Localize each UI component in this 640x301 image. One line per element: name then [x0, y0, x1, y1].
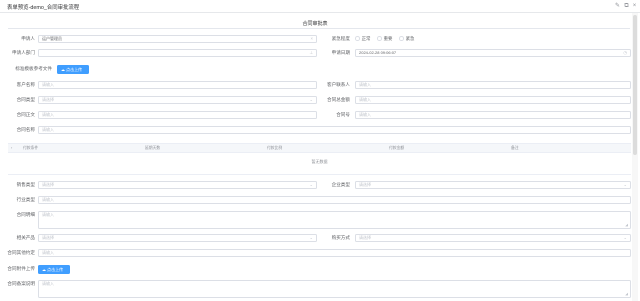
- placeholder: 请选择: [359, 181, 371, 187]
- placeholder: 请选择: [42, 181, 54, 187]
- contract-type-label: 合同类型: [16, 97, 35, 102]
- date-input[interactable]: 2024-02-28 09:06:07 ◷: [355, 48, 631, 57]
- purchase-select[interactable]: 请选择 ⌄: [355, 233, 631, 242]
- template-upload-button[interactable]: ☁ 点击上传: [57, 64, 89, 74]
- column-header: 付款条件: [23, 146, 39, 150]
- date-label: 申请日期: [331, 50, 350, 55]
- dept-picker-icon[interactable]: ⊥: [309, 50, 313, 57]
- date-value: 2024-02-28 09:06:07: [359, 49, 397, 55]
- purchase-label: 购买方式: [331, 235, 350, 240]
- contract-desc-textarea[interactable]: 请输入 ◢: [38, 210, 631, 229]
- contract-amount-input[interactable]: 请输入: [355, 95, 631, 104]
- company-type-label: 企业类型: [331, 182, 350, 187]
- column-header: 付款比例: [267, 146, 283, 150]
- customer-name-input[interactable]: 请输入: [38, 80, 317, 89]
- dept-input[interactable]: ⊥: [38, 48, 317, 57]
- placeholder: 请输入: [359, 81, 371, 87]
- radio-circle-icon: [377, 36, 382, 41]
- customer-contact-label: 客户联系人: [327, 82, 350, 87]
- column-header: 备注: [511, 146, 519, 150]
- section-title: 合同审批表: [302, 21, 328, 27]
- applicant-label: 申请人: [21, 36, 35, 41]
- chevron-down-icon: ⌄: [309, 234, 313, 240]
- placeholder: 请选择: [42, 96, 54, 102]
- radio-label: 紧急: [405, 36, 415, 41]
- notes-textarea[interactable]: 请输入 ◢: [38, 279, 631, 298]
- contract-amount-label: 合同总金额: [327, 97, 350, 102]
- placeholder: 请输入: [42, 249, 54, 255]
- urgency-radio-normal[interactable]: 正常: [355, 35, 370, 43]
- section-divider: [8, 28, 630, 29]
- radio-label: 重要: [383, 36, 393, 41]
- column-header: 付款金额: [389, 146, 405, 150]
- dept-label: 申请人部门: [12, 50, 35, 55]
- placeholder: 请输入: [359, 96, 371, 102]
- vertical-scrollbar[interactable]: [632, 13, 638, 301]
- urgency-radio-urgent[interactable]: 紧急: [399, 35, 414, 43]
- applicant-value: 运户管理员: [42, 35, 62, 41]
- chevron-down-icon: ⌄: [623, 234, 627, 240]
- close-icon[interactable]: ×: [631, 2, 638, 10]
- sales-type-select[interactable]: 请选择 ⌄: [38, 180, 317, 189]
- edit-icon[interactable]: ✎: [614, 2, 621, 10]
- attachment-upload-button[interactable]: ☁ 点击上传: [38, 264, 70, 274]
- close-icon[interactable]: ×: [311, 36, 313, 43]
- applicant-input[interactable]: 运户管理员 ×: [38, 34, 317, 43]
- template-label: 标准模板参考文件: [15, 66, 52, 71]
- contract-name-label: 合同名称: [16, 127, 35, 132]
- scrollbar-thumb[interactable]: [633, 15, 637, 155]
- urgency-label: 紧急程度: [331, 36, 350, 41]
- customer-name-label: 客户名称: [16, 82, 35, 87]
- contract-type-select[interactable]: 请选择 ⌄: [38, 95, 317, 104]
- chevron-down-icon: ⌄: [309, 96, 313, 102]
- chevron-down-icon: ⌄: [309, 181, 313, 187]
- placeholder: 请输入: [42, 126, 54, 132]
- calendar-icon: ◷: [623, 49, 627, 55]
- industry-input[interactable]: 请输入: [38, 195, 631, 204]
- contract-no-input[interactable]: 请输入: [355, 110, 631, 119]
- sales-type-label: 销售类型: [16, 182, 35, 187]
- notes-label: 合同备案说明: [7, 281, 35, 286]
- payment-table-body: 暂无数据: [8, 153, 631, 175]
- radio-circle-icon: [355, 36, 360, 41]
- payment-table-header: › 付款条件 延期天数 付款比例 付款金额 备注: [8, 143, 631, 153]
- upload-button-label: 点击上传: [66, 66, 83, 72]
- other-terms-input[interactable]: 请输入: [38, 248, 631, 257]
- other-terms-label: 合同其他约定: [7, 250, 35, 255]
- resize-handle-icon[interactable]: ◢: [625, 223, 628, 227]
- placeholder: 请输入: [42, 280, 54, 286]
- window-title: 表单预览-demo_合同审批流程: [7, 5, 80, 11]
- placeholder: 请输入: [42, 211, 54, 217]
- empty-text: 暂无数据: [311, 159, 328, 164]
- placeholder: 请选择: [42, 234, 54, 240]
- contract-body-input[interactable]: 请输入: [38, 110, 317, 119]
- upload-button-label: 点击上传: [47, 266, 64, 272]
- customer-contact-input[interactable]: 请输入: [355, 80, 631, 89]
- contract-no-label: 合同号: [336, 112, 350, 117]
- radio-label: 正常: [361, 36, 371, 41]
- placeholder: 请选择: [359, 234, 371, 240]
- placeholder: 请输入: [42, 111, 54, 117]
- chevron-down-icon: ⌄: [623, 181, 627, 187]
- restore-icon[interactable]: ⧉: [623, 2, 630, 10]
- company-type-select[interactable]: 请选择 ⌄: [355, 180, 631, 189]
- attachment-label: 合同附件上传: [7, 266, 35, 271]
- radio-circle-icon: [399, 36, 404, 41]
- contract-name-input[interactable]: 请输入: [38, 125, 631, 134]
- placeholder: 请输入: [42, 196, 54, 202]
- resize-handle-icon[interactable]: ◢: [625, 292, 628, 296]
- window-titlebar: 表单预览-demo_合同审批流程 ✎ ⧉ ×: [0, 0, 640, 13]
- industry-label: 行业类型: [16, 197, 35, 202]
- column-header: 延期天数: [145, 146, 161, 150]
- urgency-radio-important[interactable]: 重要: [377, 35, 392, 43]
- contract-body-label: 合同正文: [16, 112, 35, 117]
- placeholder: 请输入: [359, 111, 371, 117]
- product-label: 相关产品: [16, 235, 35, 240]
- contract-desc-label: 合同明细: [16, 212, 35, 217]
- placeholder: 请输入: [42, 81, 54, 87]
- product-select[interactable]: 请选择 ⌄: [38, 233, 317, 242]
- expand-icon[interactable]: ›: [11, 144, 12, 153]
